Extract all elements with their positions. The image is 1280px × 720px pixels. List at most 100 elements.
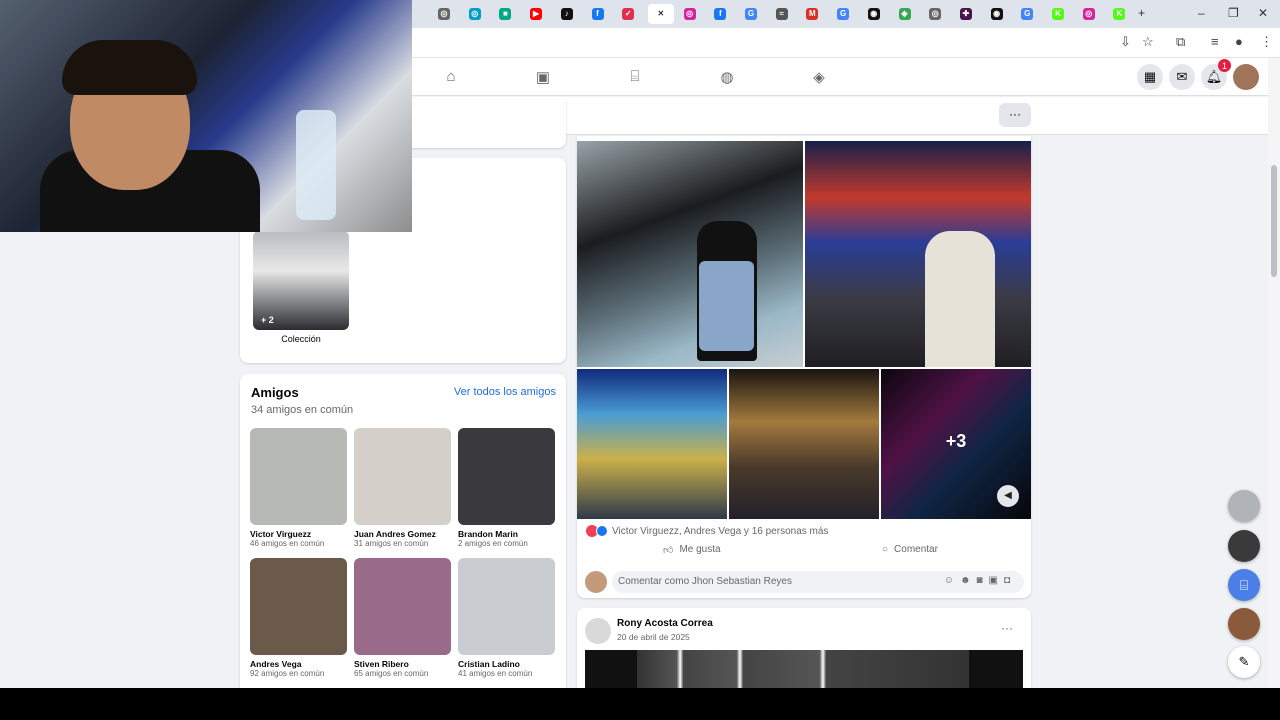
reels-icon[interactable]: ▣ [534,68,552,86]
comment-input[interactable]: Comentar como Jhon Sebastian Reyes ☺☻◙▣◘ [612,571,1024,593]
contact-bubble[interactable] [1228,530,1260,562]
generic-tab-icon: ≈ [775,8,788,20]
browser-tab[interactable]: ✚ [955,4,977,24]
post-author[interactable]: Rony Acosta Correa [617,618,713,629]
extensions-icon[interactable]: ⧉ [1176,34,1185,50]
scrollbar[interactable] [1268,58,1280,688]
account-avatar-button[interactable] [1233,64,1259,90]
like-reaction-icon [596,525,608,537]
collection-count: + 2 [261,315,274,325]
friend-mutual-count: 31 amigos en común [354,539,429,548]
browser-tab[interactable]: ◎ [924,4,946,24]
browser-tab[interactable]: ▶ [525,4,547,24]
post-photo[interactable] [577,141,803,367]
home-icon[interactable]: ⌂ [442,68,460,86]
marketplace-icon[interactable]: ⌸ [626,68,644,86]
notifications-badge: 1 [1218,59,1231,72]
browser-tab[interactable]: K [1047,4,1069,24]
active-tab[interactable]: ✕ [647,4,674,24]
browser-tab[interactable]: ◆ [894,4,916,24]
browser-tab[interactable]: G [832,4,854,24]
reactions-summary[interactable]: Victor Virguezz, Andres Vega y 16 person… [612,526,828,537]
browser-tab[interactable]: G [1016,4,1038,24]
browser-tab[interactable]: ◉ [986,4,1008,24]
collection-thumbnail[interactable]: + 2 [253,231,349,330]
profile-more-button[interactable]: ··· [999,103,1031,127]
see-all-friends-link[interactable]: Ver todos los amigos [454,386,556,398]
browser-tab[interactable]: ◎ [464,4,486,24]
bookmark-star-icon[interactable]: ☆ [1142,34,1154,50]
friend-name[interactable]: Juan Andres Gomez [354,529,451,539]
friend-item[interactable]: Victor Virguezz 46 amigos en común [250,428,347,548]
post-photo[interactable] [729,369,879,519]
facebook-tab-icon: f [591,8,604,20]
friend-name[interactable]: Stiven Ribero [354,659,451,669]
friend-name[interactable]: Cristian Ladino [458,659,555,669]
post-photo[interactable] [577,369,727,519]
browser-tab[interactable]: ◎ [1078,4,1100,24]
browser-tab[interactable]: ◉ [863,4,885,24]
friend-item[interactable]: Brandon Marin 2 amigos en común [458,428,555,548]
browser-tab[interactable]: ≈ [771,4,793,24]
more-photos-tile[interactable]: +3 ◀ [881,369,1031,519]
chatgpt-tab-icon: ◉ [867,8,880,20]
author-avatar[interactable] [585,618,611,644]
comment-button[interactable]: ○ Comentar [882,544,938,555]
browser-tab[interactable]: ■ [494,4,516,24]
close-icon[interactable]: ✕ [655,8,667,20]
browser-tab[interactable]: ♪ [556,4,578,24]
friend-photo[interactable] [354,428,451,525]
close-window-button[interactable]: ✕ [1258,6,1268,20]
friend-photo[interactable] [458,558,555,655]
post-more-button[interactable]: ··· [1001,621,1013,635]
youtube-tab-icon: ▶ [530,8,543,20]
friend-item[interactable]: Cristian Ladino 41 amigos en común [458,558,555,678]
reading-list-icon[interactable]: ≡ [1211,34,1219,49]
friend-photo[interactable] [458,428,555,525]
browser-tab[interactable]: M [801,4,823,24]
gaming-icon[interactable]: ◈ [810,68,828,86]
like-button[interactable]: 👍︎ Me gusta [663,544,721,556]
friend-photo[interactable] [354,558,451,655]
contact-bubble[interactable] [1228,490,1260,522]
scrollbar-thumb[interactable] [1271,165,1277,277]
new-message-icon[interactable]: ✎ [1228,646,1260,678]
restore-button[interactable]: ❐ [1228,6,1239,20]
friend-name[interactable]: Brandon Marin [458,529,555,539]
contact-bubble[interactable] [1228,608,1260,640]
menu-grid-button[interactable]: ▦ [1137,64,1163,90]
sound-toggle-icon[interactable]: ◀ [997,485,1019,507]
browser-tab[interactable]: G [740,4,762,24]
friend-item[interactable]: Juan Andres Gomez 31 amigos en común [354,428,451,548]
circle-tab-icon: ◎ [468,8,481,20]
friend-name[interactable]: Andres Vega [250,659,347,669]
post-card: +3 ◀ Victor Virguezz, Andres Vega y 16 p… [577,136,1031,598]
webcam-overlay [0,0,412,232]
friend-photo[interactable] [250,428,347,525]
friend-photo[interactable] [250,558,347,655]
friend-mutual-count: 65 amigos en común [354,669,429,678]
browser-tab[interactable]: K [1108,4,1130,24]
new-tab-button[interactable]: + [1138,6,1145,20]
browser-tab[interactable]: ◎ [433,4,455,24]
facebook-tab-icon: f [714,8,727,20]
browser-tab[interactable]: ◎ [679,4,701,24]
browser-tab[interactable]: f [587,4,609,24]
post-photo[interactable] [805,141,1031,367]
chrome-menu-icon[interactable]: ⋮ [1260,34,1273,50]
post-media[interactable] [585,650,1023,688]
browser-tab[interactable]: ✓ [617,4,639,24]
browser-tab[interactable]: f [709,4,731,24]
minimize-button[interactable]: – [1198,6,1205,20]
profile-icon[interactable]: ● [1235,34,1243,49]
friend-item[interactable]: Andres Vega 92 amigos en común [250,558,347,678]
post-date[interactable]: 20 de abril de 2025 [617,632,690,642]
friend-mutual-count: 46 amigos en común [250,539,325,548]
comment-tools-icons[interactable]: ☺☻◙▣◘ [944,575,1016,586]
messenger-button[interactable]: ✉ [1169,64,1195,90]
friend-item[interactable]: Stiven Ribero 65 amigos en común [354,558,451,678]
groups-icon[interactable]: ◍ [718,68,736,86]
marketplace-bubble-icon[interactable]: ⌸ [1228,569,1260,601]
friend-name[interactable]: Victor Virguezz [250,529,347,539]
install-app-icon[interactable]: ⇩ [1120,34,1131,50]
